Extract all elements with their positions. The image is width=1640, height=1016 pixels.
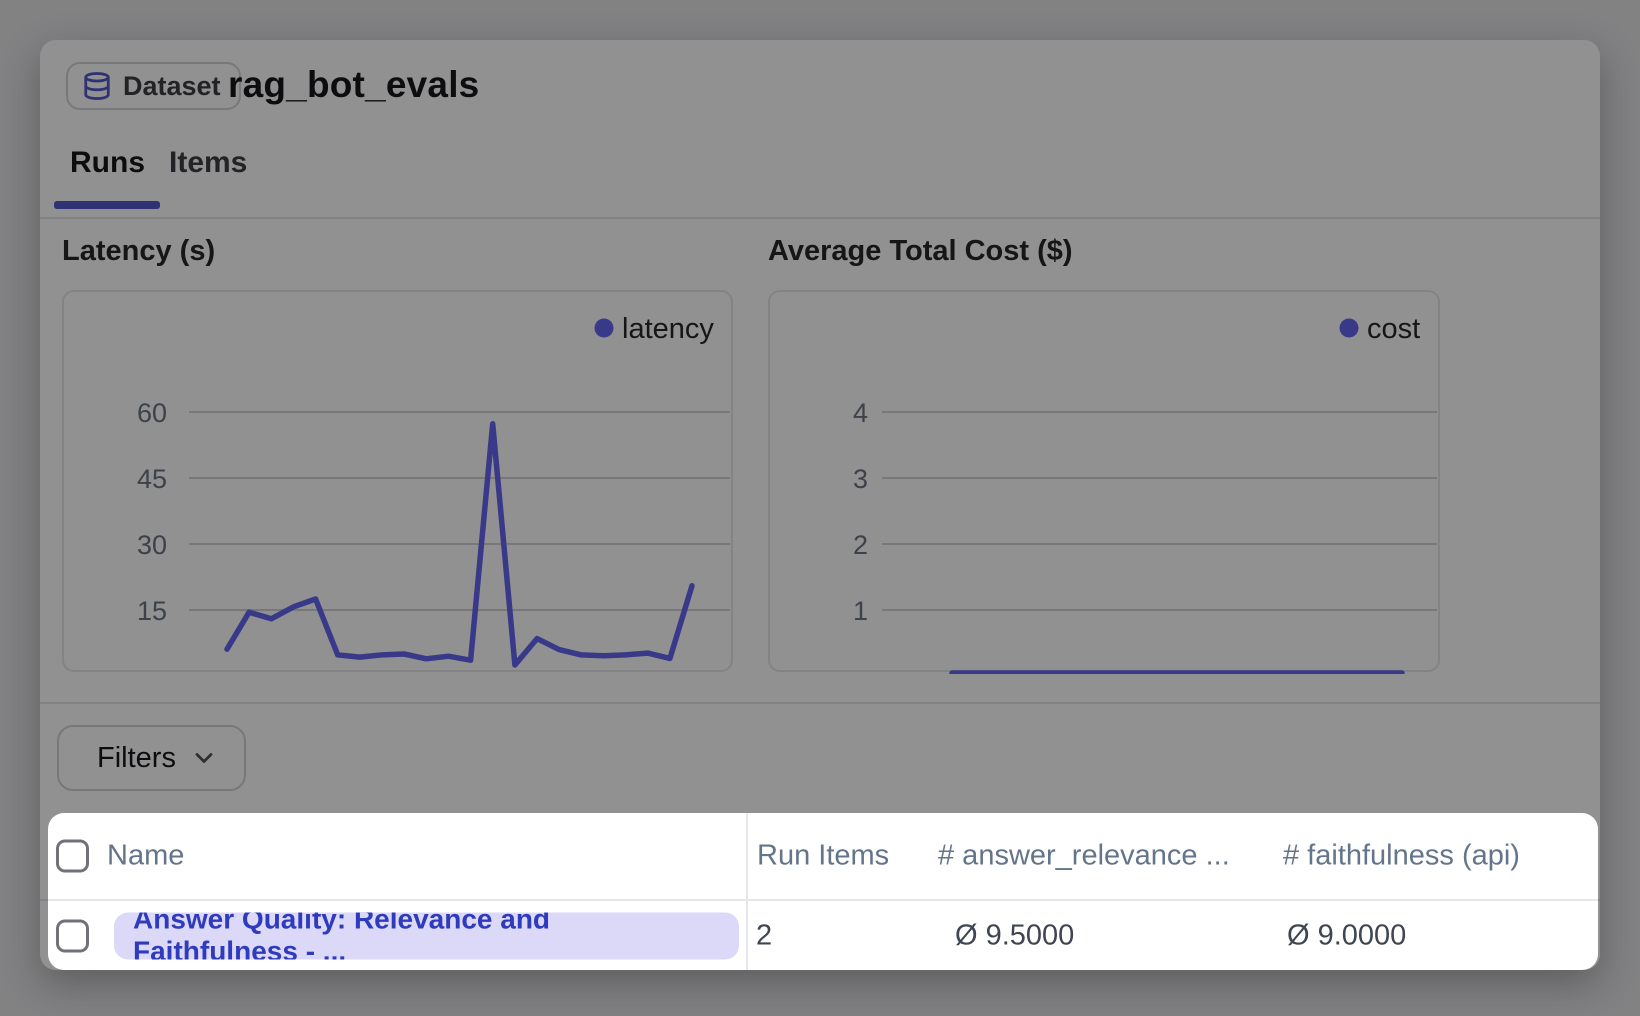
filters-button[interactable]: Filters xyxy=(57,725,246,791)
dataset-type-badge: Dataset xyxy=(66,62,241,110)
legend-label: cost xyxy=(1367,313,1420,345)
dataset-run-link[interactable]: Answer Quality: Relevance and Faithfulne… xyxy=(114,912,739,959)
legend-dot-icon xyxy=(595,319,614,338)
cost-chart-title: Average Total Cost ($) xyxy=(768,235,1073,268)
y-tick-label: 30 xyxy=(137,530,167,560)
active-tab-underline xyxy=(54,201,160,209)
latency-chart: 60 45 30 15 latency xyxy=(62,290,733,672)
filters-divider xyxy=(40,702,1600,704)
y-tick-label: 60 xyxy=(137,398,167,428)
column-header-run-items: Run Items xyxy=(757,840,889,873)
tabs-divider xyxy=(40,217,1600,219)
y-tick-label: 2 xyxy=(853,530,868,560)
table-row: Answer Quality: Relevance and Faithfulne… xyxy=(40,901,1600,970)
page: Dataset rag_bot_evals Runs Items Latency… xyxy=(0,0,1640,1016)
legend-cost[interactable]: cost xyxy=(1340,313,1421,345)
badge-label: Dataset xyxy=(123,71,221,102)
filters-label: Filters xyxy=(97,742,176,775)
y-tick-label: 3 xyxy=(853,464,868,494)
tab-items[interactable]: Items xyxy=(169,146,247,180)
runs-table: Name Run Items # answer_relevance ... # … xyxy=(40,813,1600,970)
table-header-row: Name Run Items # answer_relevance ... # … xyxy=(40,813,1600,899)
y-tick-label: 1 xyxy=(853,596,868,626)
cost-chart: 4 3 2 1 cost xyxy=(768,290,1440,672)
legend-dot-icon xyxy=(1340,319,1359,338)
database-icon xyxy=(82,71,112,101)
page-title: rag_bot_evals xyxy=(228,64,479,106)
chevron-down-icon xyxy=(190,744,218,772)
y-tick-label: 4 xyxy=(853,398,868,428)
row-checkbox[interactable] xyxy=(56,919,89,952)
dataset-card: Dataset rag_bot_evals Runs Items Latency… xyxy=(40,40,1600,970)
answer-relevance-value: Ø 9.5000 xyxy=(955,919,1074,952)
faithfulness-value: Ø 9.0000 xyxy=(1287,919,1406,952)
column-header-faithfulness: # faithfulness (api) xyxy=(1283,840,1520,873)
column-header-name: Name xyxy=(107,840,184,873)
legend-latency[interactable]: latency xyxy=(595,313,715,345)
column-header-answer-relevance: # answer_relevance ... xyxy=(938,840,1230,873)
tab-runs[interactable]: Runs xyxy=(70,146,145,180)
run-items-value: 2 xyxy=(756,919,772,952)
y-tick-label: 15 xyxy=(137,596,167,626)
latency-chart-title: Latency (s) xyxy=(62,235,215,268)
select-all-checkbox[interactable] xyxy=(56,840,89,873)
legend-label: latency xyxy=(622,313,714,345)
y-tick-label: 45 xyxy=(137,464,167,494)
